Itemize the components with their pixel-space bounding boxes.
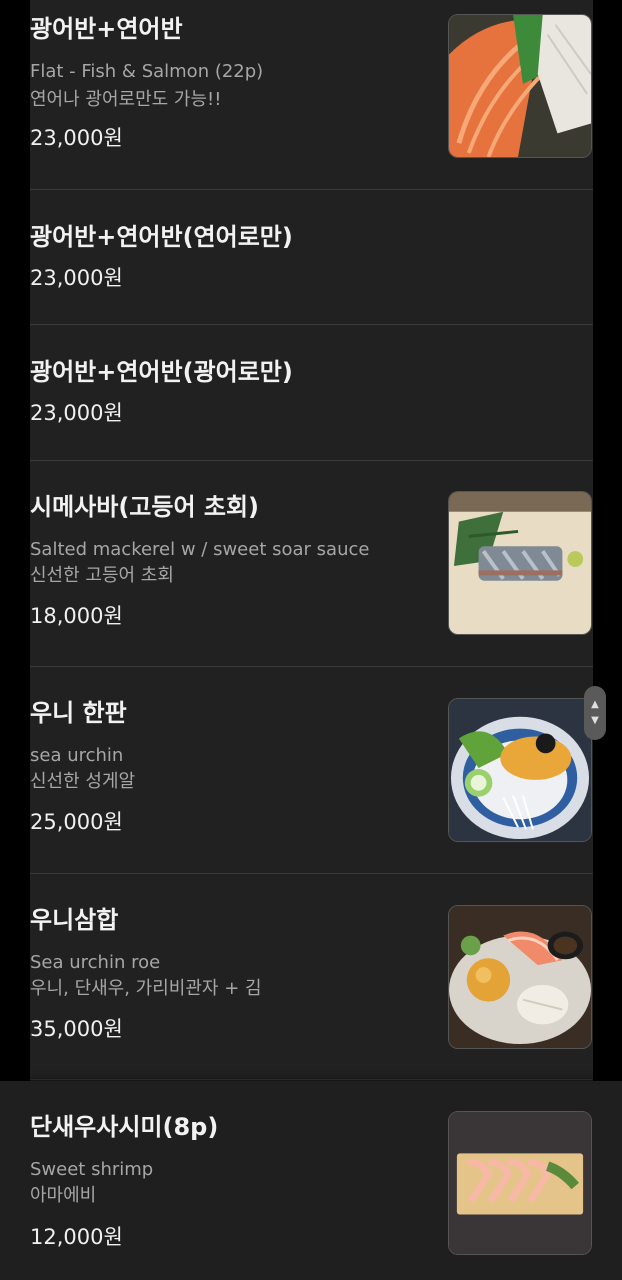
chevron-down-icon: ▼ [591,715,599,726]
menu-item-desc-ko: 아마에비 [30,1185,97,1206]
menu-item-desc-ko: 신선한 성게알 [30,771,136,792]
menu-item-price: 35,000원 [30,1017,123,1041]
menu-item-desc-en: Salted mackerel w / sweet soar sauce [30,539,370,560]
menu-item-price: 23,000원 [30,126,123,150]
menu-item-name: 우니 한판 [30,699,127,727]
salmon-flatfish-sashimi-photo[interactable] [448,14,592,158]
menu-item[interactable]: 광어반+연어반(광어로만) 23,000원 [30,325,593,460]
sweet-shrimp-photo[interactable] [448,1111,592,1255]
menu-item[interactable]: 광어반+연어반(연어로만) 23,000원 [30,190,593,324]
menu-item-desc-en: Sea urchin roe [30,952,161,973]
scroll-handle[interactable]: ▲ ▼ [584,686,606,740]
chevron-up-icon: ▲ [591,699,599,710]
menu-item-desc-ko: 신선한 고등어 초회 [30,565,174,586]
menu-item[interactable]: 단새우사시미(8p) Sweet shrimp 아마에비 12,000원 [30,1081,593,1280]
bottom-panel: 단새우사시미(8p) Sweet shrimp 아마에비 12,000원 [0,1081,622,1280]
menu-item-price: 23,000원 [30,401,123,425]
menu-item-name: 광어반+연어반(연어로만) [30,223,293,251]
menu-item-desc-en: Flat - Fish & Salmon (22p) [30,61,264,82]
menu-item-desc-ko: 우니, 단새우, 가리비관자 + 김 [30,978,262,999]
divider [30,324,593,325]
menu-item-name: 단새우사시미(8p) [30,1113,219,1141]
menu-item[interactable]: 광어반+연어반 Flat - Fish & Salmon (22p) 연어나 광… [30,0,593,189]
mackerel-sashimi-photo[interactable] [448,491,592,635]
divider [30,189,593,190]
menu-item-desc-en: Sweet shrimp [30,1159,154,1180]
menu-item-price: 23,000원 [30,266,123,290]
menu-item-price: 12,000원 [30,1225,123,1249]
divider [30,460,593,461]
menu-item[interactable]: 우니삼합 Sea urchin roe 우니, 단새우, 가리비관자 + 김 3… [30,874,593,1080]
menu-item-desc-en: sea urchin [30,745,124,766]
menu-page: 광어반+연어반 Flat - Fish & Salmon (22p) 연어나 광… [0,0,622,1280]
sea-urchin-combo-photo[interactable] [448,905,592,1049]
menu-item-name: 우니삼합 [30,906,119,934]
menu-item-name: 광어반+연어반(광어로만) [30,358,293,386]
menu-item[interactable]: 우니 한판 sea urchin 신선한 성게알 25,000원 [30,667,593,873]
menu-item-price: 18,000원 [30,604,123,628]
menu-item-price: 25,000원 [30,810,123,834]
divider [30,666,593,667]
menu-item-desc-ko: 연어나 광어로만도 가능!! [30,89,222,110]
sea-urchin-photo[interactable] [448,698,592,842]
menu-item-name: 시메사바(고등어 초회) [30,493,260,521]
divider [30,873,593,874]
menu-item[interactable]: 시메사바(고등어 초회) Salted mackerel w / sweet s… [30,461,593,666]
menu-item-name: 광어반+연어반 [30,15,183,43]
divider [30,1079,593,1080]
